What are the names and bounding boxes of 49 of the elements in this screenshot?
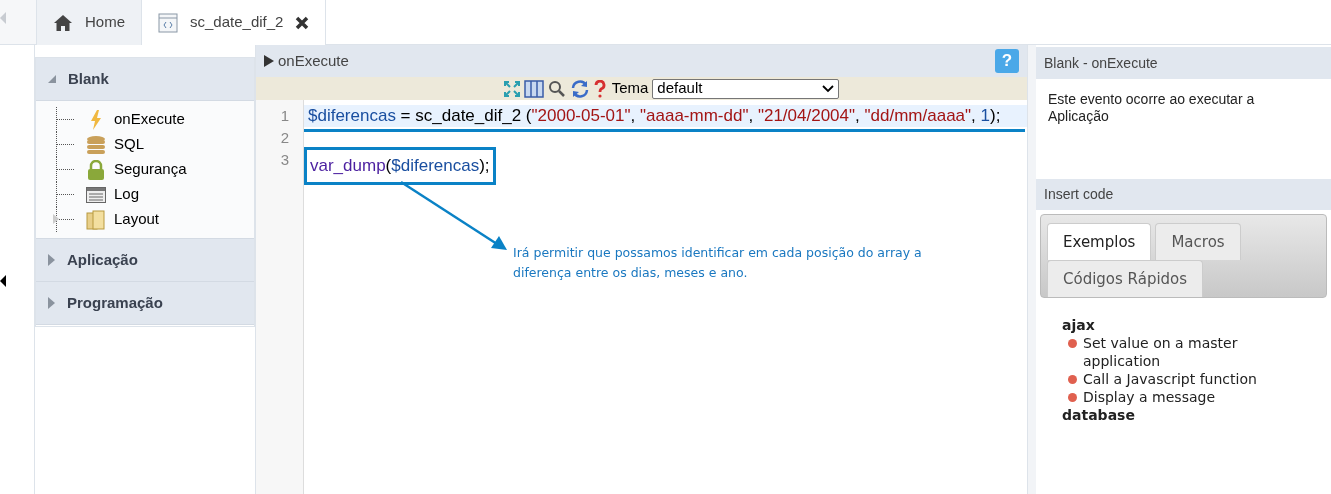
group-heading: ajax xyxy=(1062,316,1096,334)
collapse-triangle-icon xyxy=(48,75,56,83)
annotation-note: Irá permitir que possamos identificar em cada posição do array a diferença entre os dias, meses e ano. xyxy=(513,244,923,282)
fullscreen-icon[interactable] xyxy=(503,80,520,97)
pages-icon xyxy=(86,209,106,230)
tab[interactable]: sc_date_dif_2 xyxy=(142,0,327,45)
code-file-icon xyxy=(158,12,178,33)
code-line[interactable]: $diferencas = sc_date_dif_2 ("2000-05-01", "aaaa-mm-dd", "21/04/2004", "dd/mm/aaaa", 1); xyxy=(308,106,1001,125)
panel-title: Blank - onExecute xyxy=(1036,47,1331,79)
section-header[interactable]: Aplicação xyxy=(36,239,254,282)
expand-triangle-icon xyxy=(48,254,55,266)
description-text: Este evento ocorre ao executar a Aplicação xyxy=(1047,90,1256,126)
section-header[interactable]: Blank xyxy=(36,58,254,101)
chevron-down-icon xyxy=(822,84,835,93)
snippet-link[interactable]: Set value on a master application xyxy=(1083,334,1282,370)
theme-dropdown[interactable]: default xyxy=(652,78,840,99)
arrow-icon xyxy=(399,180,509,252)
panel-title: Insert code xyxy=(1036,179,1331,210)
expand-arrow-icon[interactable] xyxy=(0,275,6,287)
close-icon[interactable] xyxy=(295,15,310,30)
refresh-icon[interactable] xyxy=(569,79,590,98)
expand-triangle-icon xyxy=(48,297,55,309)
search-icon[interactable] xyxy=(547,79,566,98)
padlock-icon xyxy=(86,159,106,180)
database-icon xyxy=(86,134,106,155)
list-window-icon xyxy=(86,186,106,203)
expand-triangle-icon[interactable] xyxy=(53,214,59,224)
field-label: Tema xyxy=(611,78,649,99)
tab[interactable]: Códigos Rápidos xyxy=(1047,260,1204,297)
tree-item[interactable]: SQL xyxy=(114,133,144,156)
tree-item[interactable]: Layout xyxy=(114,208,160,231)
tab[interactable]: Home xyxy=(37,0,142,45)
panel-title: onExecute xyxy=(278,50,349,71)
tab[interactable]: Macros xyxy=(1155,223,1241,260)
snippet-link[interactable]: Display a message xyxy=(1083,388,1215,406)
home-icon xyxy=(53,13,73,32)
line-number: 1 xyxy=(279,106,290,126)
section-header[interactable]: Programação xyxy=(36,282,254,325)
group-heading: database xyxy=(1062,406,1136,424)
tree-item[interactable]: Segurança xyxy=(114,158,187,181)
tree-item[interactable]: onExecute xyxy=(114,108,185,131)
play-triangle-icon xyxy=(264,55,274,67)
tab[interactable]: Exemplos xyxy=(1047,223,1152,260)
tree-item[interactable]: Log xyxy=(114,183,140,206)
snippet-link[interactable]: Call a Javascript function xyxy=(1083,370,1257,388)
line-number: 3 xyxy=(279,150,290,170)
columns-icon[interactable] xyxy=(523,79,544,98)
line-number: 2 xyxy=(279,128,290,148)
question-icon[interactable] xyxy=(593,79,606,98)
